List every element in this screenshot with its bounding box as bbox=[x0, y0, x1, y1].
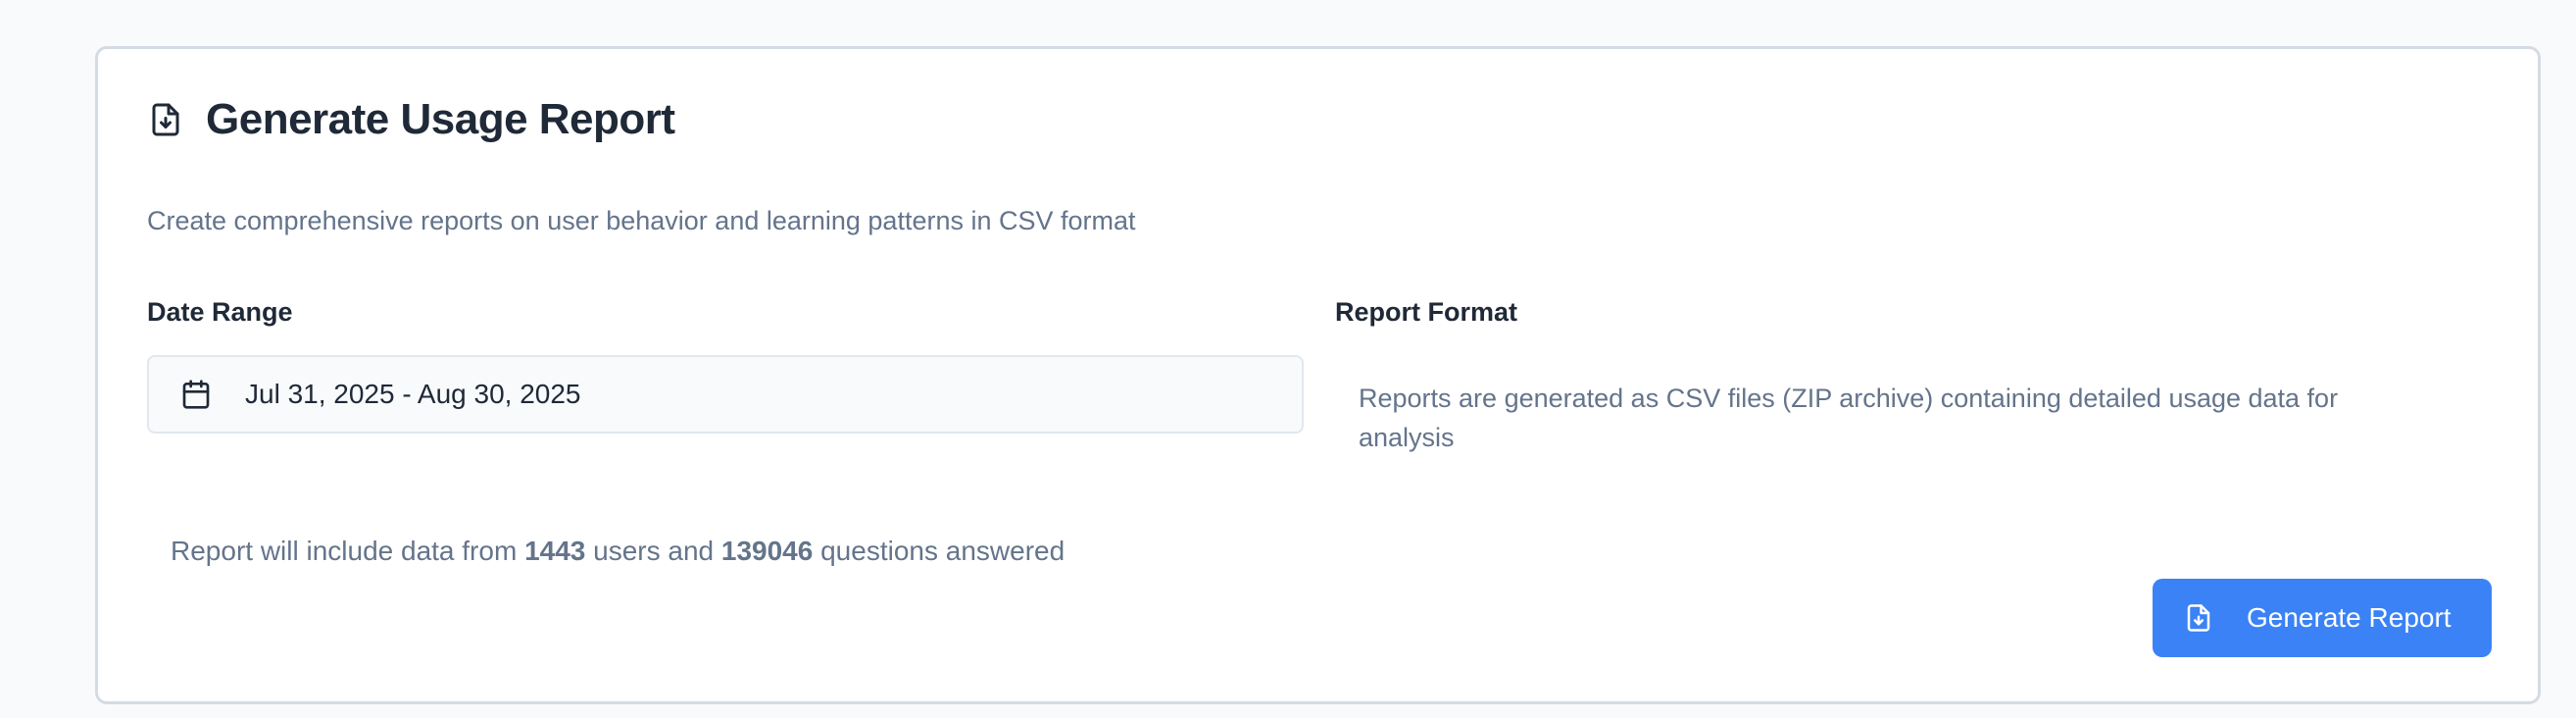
report-summary: Report will include data from 1443 users… bbox=[171, 536, 1065, 567]
summary-middle: users and bbox=[593, 536, 715, 566]
page-title: Generate Usage Report bbox=[206, 95, 675, 143]
card-header: Generate Usage Report bbox=[147, 98, 675, 141]
report-format-label: Report Format bbox=[1335, 297, 1518, 327]
usage-report-card: Generate Usage Report Create comprehensi… bbox=[95, 46, 2541, 704]
date-range-picker[interactable]: Jul 31, 2025 - Aug 30, 2025 bbox=[147, 355, 1304, 434]
generate-report-button[interactable]: Generate Report bbox=[2153, 579, 2492, 657]
report-format-description: Reports are generated as CSV files (ZIP … bbox=[1359, 384, 2339, 452]
calendar-icon bbox=[180, 379, 212, 410]
users-count: 1443 bbox=[524, 536, 586, 566]
date-range-value: Jul 31, 2025 - Aug 30, 2025 bbox=[245, 379, 581, 409]
generate-report-label: Generate Report bbox=[2247, 602, 2452, 633]
date-range-label: Date Range bbox=[147, 297, 293, 327]
file-download-icon bbox=[147, 100, 184, 139]
summary-suffix: questions answered bbox=[820, 536, 1065, 566]
page-subtitle: Create comprehensive reports on user beh… bbox=[147, 206, 1136, 235]
summary-prefix: Report will include data from bbox=[171, 536, 518, 566]
questions-count: 139046 bbox=[720, 536, 814, 566]
file-download-icon bbox=[2184, 602, 2213, 634]
